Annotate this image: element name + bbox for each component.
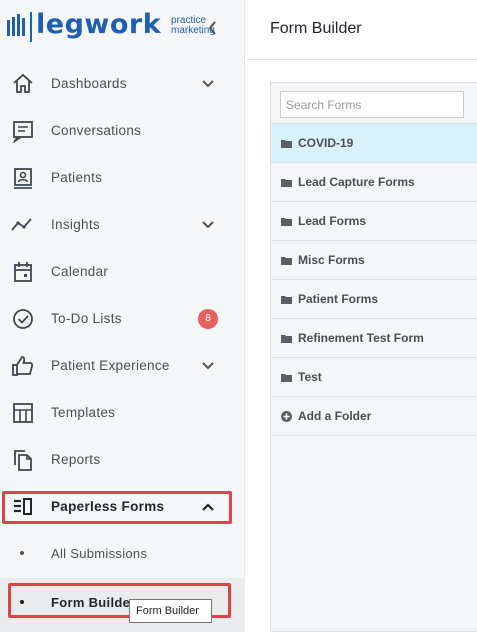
sidebar-item-dashboards[interactable]: Dashboards: [0, 61, 245, 108]
main-content: Form Builder COVID-19 Lead Capture Forms…: [246, 0, 477, 632]
folder-label: Test: [298, 370, 322, 384]
sidebar-item-paperless-forms[interactable]: Paperless Forms: [0, 484, 245, 531]
sidebar-item-patients[interactable]: Patients: [0, 155, 245, 202]
form-list-icon: [14, 498, 32, 515]
logo-divider: [30, 12, 32, 42]
sidebar-item-label: Patient Experience: [51, 358, 170, 373]
sidebar-item-conversations[interactable]: Conversations: [0, 108, 245, 155]
collapse-sidebar-button[interactable]: [204, 18, 222, 38]
sidebar-item-label: To-Do Lists: [51, 311, 122, 326]
folder-row[interactable]: Lead Forms: [271, 201, 477, 240]
sidebar-item-label: Conversations: [51, 123, 142, 138]
check-circle-icon: [13, 309, 33, 329]
message-icon: [12, 121, 33, 143]
folder-icon: [281, 179, 292, 187]
folder-row[interactable]: Refinement Test Form: [271, 318, 477, 357]
sidebar-item-label: Patients: [51, 170, 103, 185]
chevron-down-icon: [202, 221, 214, 229]
folder-row[interactable]: Misc Forms: [271, 240, 477, 279]
folder-icon: [281, 374, 292, 382]
copy-document-icon: [14, 450, 32, 471]
trend-line-icon: [11, 218, 32, 231]
sidebar-item-reports[interactable]: Reports: [0, 437, 245, 484]
template-grid-icon: [13, 403, 33, 423]
sidebar-item-label: Reports: [51, 452, 101, 467]
sidebar-subitem-label: All Submissions: [51, 546, 148, 561]
folder-label: COVID-19: [298, 136, 354, 150]
folder-label: Lead Capture Forms: [298, 175, 415, 189]
page-header: Form Builder: [246, 0, 477, 60]
logo-icon: [7, 14, 25, 36]
sidebar: legwork practice marketing Dashboards Co…: [0, 0, 245, 632]
folder-icon: [281, 257, 292, 265]
add-folder-button[interactable]: Add a Folder: [271, 396, 477, 435]
folder-label: Lead Forms: [298, 214, 367, 228]
folder-icon: [281, 218, 292, 226]
add-folder-label: Add a Folder: [298, 409, 372, 423]
folder-label: Refinement Test Form: [298, 331, 424, 345]
sidebar-item-label: Insights: [51, 217, 100, 232]
tooltip: Form Builder: [129, 599, 212, 623]
notification-badge: 8: [198, 309, 218, 329]
sidebar-item-templates[interactable]: Templates: [0, 390, 245, 437]
calendar-icon: [14, 262, 32, 282]
brand-name: legwork: [36, 9, 162, 40]
plus-circle-icon: [281, 411, 292, 422]
divider: [271, 435, 477, 436]
chevron-left-icon: [208, 21, 216, 35]
sidebar-item-label: Templates: [51, 405, 116, 420]
chevron-down-icon: [202, 80, 214, 88]
sidebar-item-label: Paperless Forms: [51, 499, 165, 514]
bullet-icon: [20, 551, 24, 555]
folder-row[interactable]: Lead Capture Forms: [271, 162, 477, 201]
chevron-down-icon: [202, 362, 214, 370]
sidebar-item-label: Dashboards: [51, 76, 127, 91]
thumbs-up-icon: [12, 356, 34, 376]
folder-row[interactable]: Patient Forms: [271, 279, 477, 318]
forms-folder-panel: COVID-19 Lead Capture Forms Lead Forms M…: [270, 82, 477, 632]
patient-card-icon: [14, 168, 32, 189]
folder-icon: [281, 140, 292, 148]
search-forms-input[interactable]: [280, 91, 464, 118]
sidebar-item-to-do-lists[interactable]: To-Do Lists 8: [0, 296, 245, 343]
bullet-icon: [20, 600, 24, 604]
chevron-up-icon: [202, 503, 214, 511]
folder-row[interactable]: Test: [271, 357, 477, 396]
sidebar-item-insights[interactable]: Insights: [0, 202, 245, 249]
sidebar-item-label: Calendar: [51, 264, 109, 279]
folder-row[interactable]: COVID-19: [271, 123, 477, 162]
folder-label: Misc Forms: [298, 253, 365, 267]
sidebar-item-patient-experience[interactable]: Patient Experience: [0, 343, 245, 390]
home-icon: [13, 73, 33, 93]
folder-icon: [281, 335, 292, 343]
page-title: Form Builder: [270, 20, 362, 37]
folder-label: Patient Forms: [298, 292, 379, 306]
sidebar-subitem-all-submissions[interactable]: All Submissions: [0, 531, 245, 577]
folder-icon: [281, 296, 292, 304]
sidebar-subitem-label: Form Builde: [51, 595, 131, 610]
sidebar-item-calendar[interactable]: Calendar: [0, 249, 245, 296]
logo-bar: legwork practice marketing: [0, 0, 245, 60]
